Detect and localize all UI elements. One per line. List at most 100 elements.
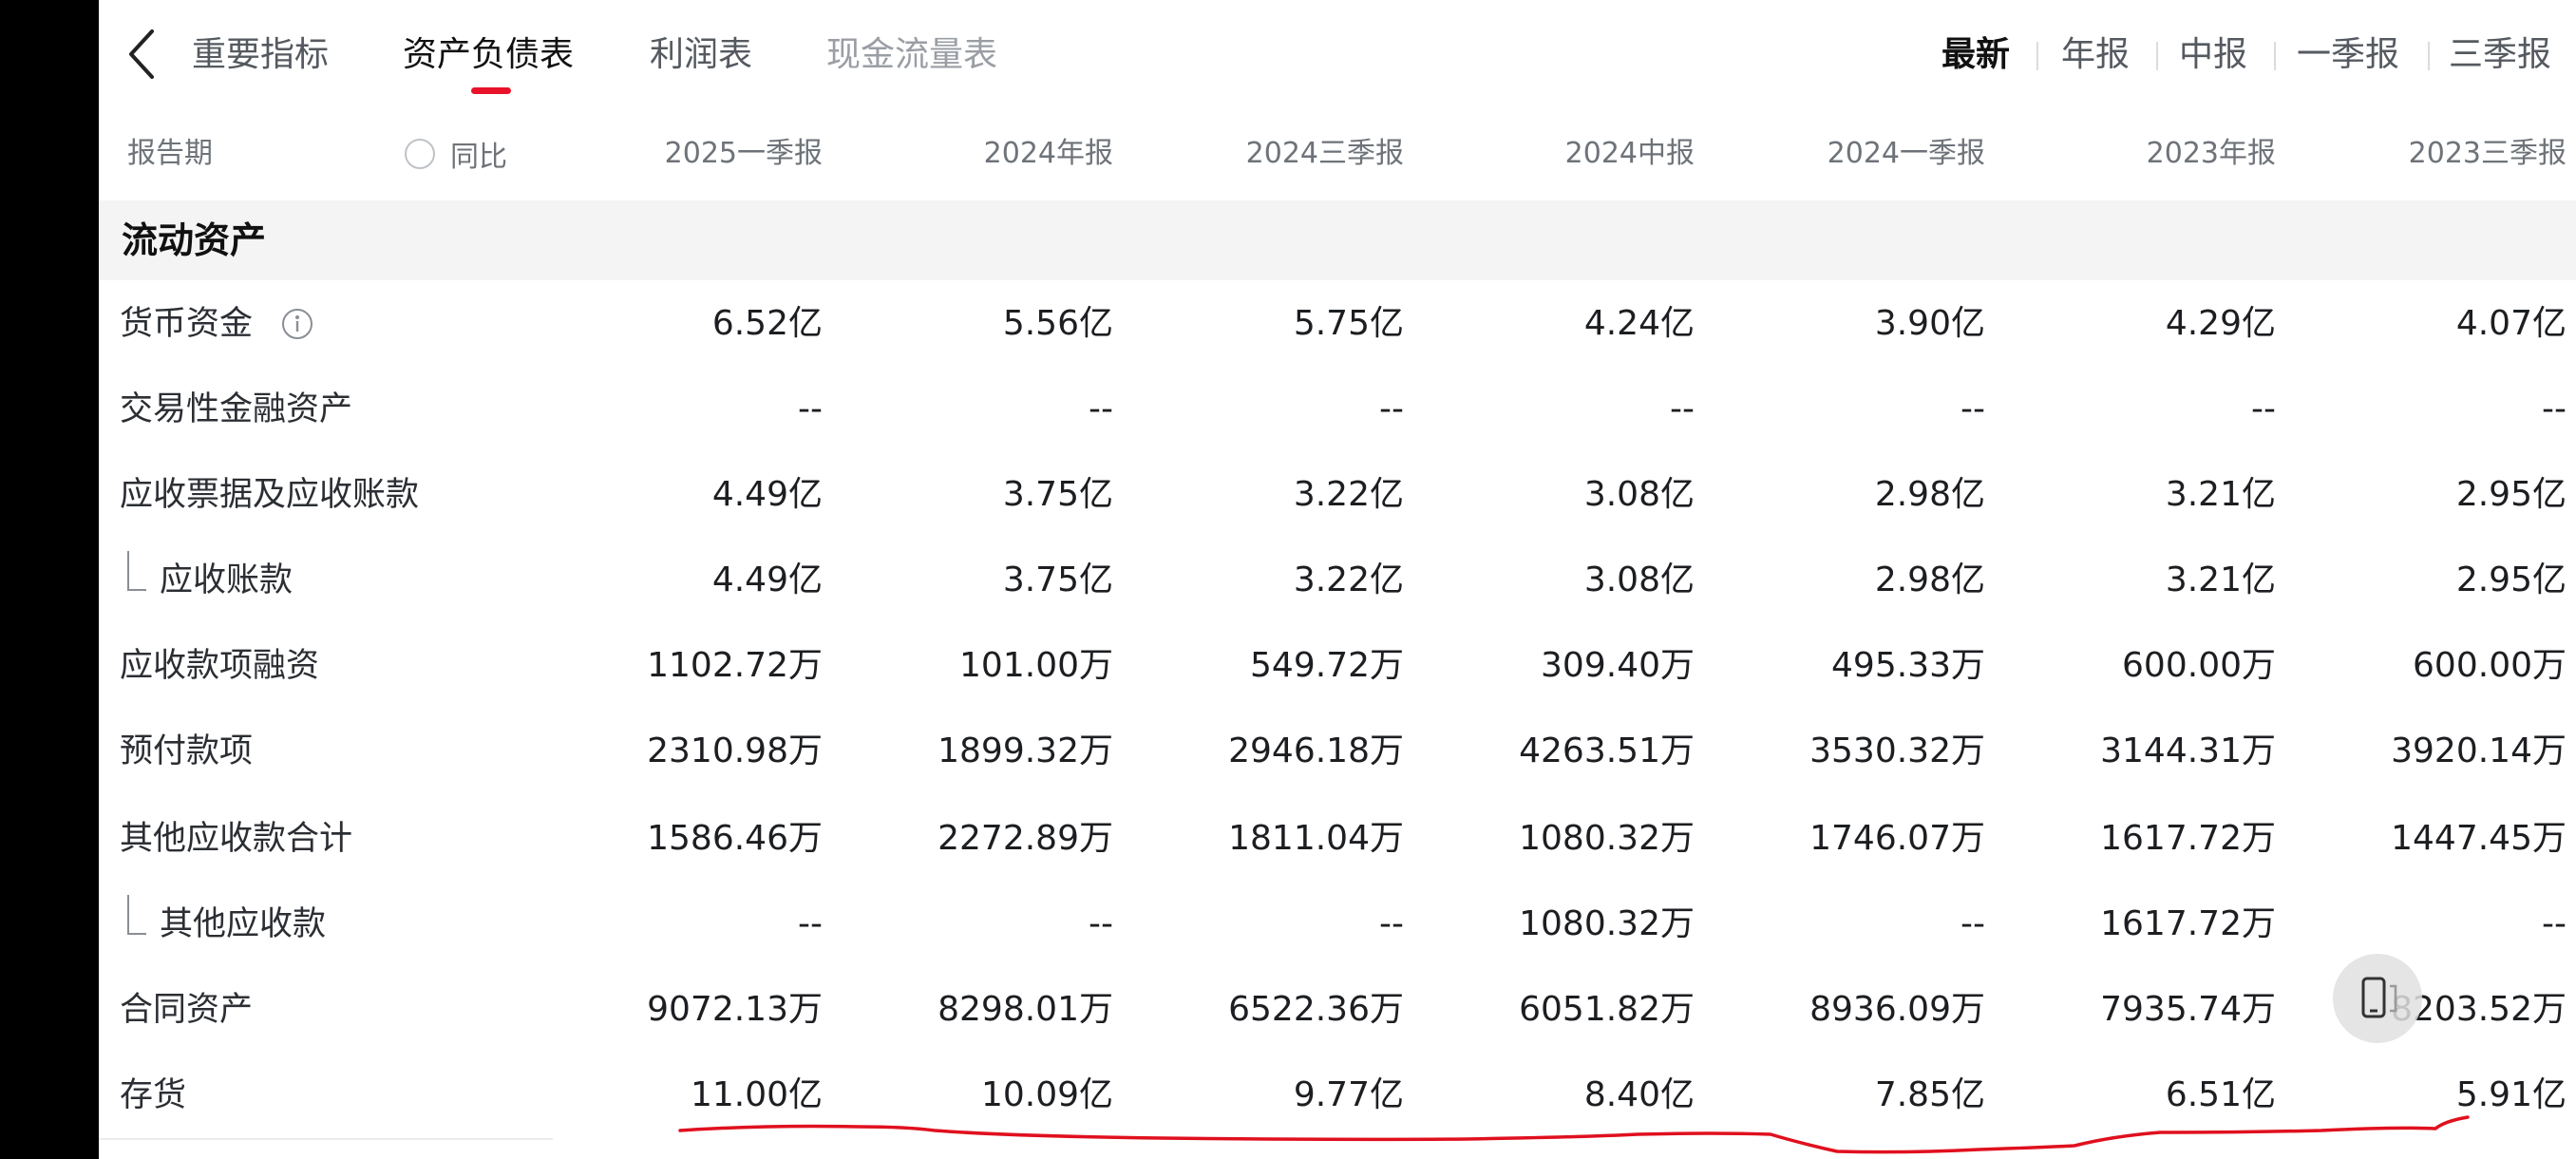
rotate-screen-button[interactable] xyxy=(2333,954,2422,1043)
table-cell: 101.00万 xyxy=(959,646,1113,685)
table-row[interactable]: 交易性金融资产 -- -- -- -- -- -- -- xyxy=(99,367,2576,452)
tab-key-indicators[interactable]: 重要指标 xyxy=(192,27,329,84)
table-cell: 1899.32万 xyxy=(938,732,1113,770)
table-row[interactable]: 预付款项 2310.98万 1899.32万 2946.18万 4263.51万… xyxy=(99,709,2576,794)
table-cell: 6.51亿 xyxy=(2165,1075,2276,1114)
table-cell: -- xyxy=(798,390,823,428)
table-cell: 8298.01万 xyxy=(938,990,1113,1029)
table-cell: 2272.89万 xyxy=(938,819,1113,858)
table-cell: 4263.51万 xyxy=(1519,732,1695,770)
row-label: 其他应收款 xyxy=(160,905,327,943)
table-cell: 2946.18万 xyxy=(1228,732,1404,770)
table-row[interactable]: 应收票据及应收账款 4.49亿 3.75亿 3.22亿 3.08亿 2.98亿 … xyxy=(99,452,2576,538)
column-header: 2023三季报 xyxy=(2408,137,2567,170)
table-cell: 3.21亿 xyxy=(2165,560,2276,599)
table-cell: 6522.36万 xyxy=(1228,990,1404,1029)
table-row[interactable]: 合同资产 9072.13万 8298.01万 6522.36万 6051.82万… xyxy=(99,967,2576,1053)
table-cell: 4.24亿 xyxy=(1583,304,1695,343)
table-cell: 495.33万 xyxy=(1831,646,1985,685)
period-filter-q3[interactable]: 三季报 xyxy=(2449,27,2551,84)
period-filter-q1[interactable]: 一季报 xyxy=(2297,27,2399,84)
table-row[interactable]: 应收账款 4.49亿 3.75亿 3.22亿 3.08亿 2.98亿 3.21亿… xyxy=(99,538,2576,623)
table-cell: 7.85亿 xyxy=(1874,1075,1985,1114)
table-cell: 5.91亿 xyxy=(2455,1075,2567,1114)
period-filter-interim[interactable]: 中报 xyxy=(2179,27,2247,84)
table-row[interactable]: 其他应收款合计 1586.46万 2272.89万 1811.04万 1080.… xyxy=(99,796,2576,882)
divider xyxy=(2428,42,2430,70)
table-cell: 3920.14万 xyxy=(2391,732,2567,770)
row-label: 应收款项融资 xyxy=(120,647,320,685)
row-label: 交易性金融资产 xyxy=(120,390,353,428)
table-row[interactable]: 货币资金 6.52亿 5.56亿 5.75亿 4.24亿 3.90亿 4.29亿… xyxy=(99,281,2576,367)
row-label: 预付款项 xyxy=(120,732,254,770)
table-cell: 3.08亿 xyxy=(1583,475,1695,514)
yoy-label: 同比 xyxy=(450,141,507,174)
tab-income-statement[interactable]: 利润表 xyxy=(650,27,752,84)
column-header: 2024一季报 xyxy=(1827,137,1985,170)
info-icon[interactable] xyxy=(281,308,313,340)
column-header: 2025一季报 xyxy=(664,137,823,170)
period-filter-latest[interactable]: 最新 xyxy=(1941,27,2010,84)
divider xyxy=(2036,42,2038,70)
radio-icon[interactable] xyxy=(405,139,435,169)
table-cell: 6.52亿 xyxy=(711,304,823,343)
table-cell: 4.07亿 xyxy=(2455,304,2567,343)
column-header: 2024年报 xyxy=(983,137,1113,170)
table-row[interactable]: 其他应收款 -- -- -- 1080.32万 -- 1617.72万 -- xyxy=(99,882,2576,967)
table-cell: 3.22亿 xyxy=(1293,560,1404,599)
table-cell: 3.22亿 xyxy=(1293,475,1404,514)
table-cell: 2.95亿 xyxy=(2455,475,2567,514)
table-cell: 1080.32万 xyxy=(1519,819,1695,858)
table-cell: 3.75亿 xyxy=(1002,475,1113,514)
tab-balance-sheet[interactable]: 资产负债表 xyxy=(403,27,574,84)
section-header: 流动资产 xyxy=(99,200,2576,280)
table-cell: -- xyxy=(1089,390,1113,428)
table-cell: 1617.72万 xyxy=(2100,819,2276,858)
row-divider xyxy=(99,1138,553,1140)
table-cell: 7935.74万 xyxy=(2100,990,2276,1029)
section-title: 流动资产 xyxy=(122,219,267,261)
divider xyxy=(2274,42,2276,70)
table-cell: 5.75亿 xyxy=(1293,304,1404,343)
table-cell: 549.72万 xyxy=(1250,646,1404,685)
sub-item-branch-icon xyxy=(127,551,146,591)
table-cell: 1102.72万 xyxy=(647,646,823,685)
table-cell: 2.98亿 xyxy=(1874,475,1985,514)
table-cell: 3.90亿 xyxy=(1874,304,1985,343)
chevron-left-icon xyxy=(129,29,154,79)
back-button[interactable] xyxy=(118,21,165,87)
table-cell: 8.40亿 xyxy=(1583,1075,1695,1114)
column-header: 2023年报 xyxy=(2146,137,2276,170)
row-label: 其他应收款合计 xyxy=(120,820,353,858)
table-cell: -- xyxy=(2251,390,2276,428)
row-label: 存货 xyxy=(120,1076,187,1114)
table-cell: 4.49亿 xyxy=(711,475,823,514)
table-cell: 2310.98万 xyxy=(647,732,823,770)
table-cell: 4.49亿 xyxy=(711,560,823,599)
table-cell: 3530.32万 xyxy=(1809,732,1985,770)
table-cell: -- xyxy=(1379,390,1404,428)
table-cell: -- xyxy=(1379,904,1404,943)
row-label: 应收票据及应收账款 xyxy=(120,476,420,514)
row-label: 货币资金 xyxy=(120,305,254,343)
table-cell: 5.56亿 xyxy=(1002,304,1113,343)
table-cell: 1447.45万 xyxy=(2391,819,2567,858)
table-cell: 9072.13万 xyxy=(647,990,823,1029)
table-row[interactable]: 存货 11.00亿 10.09亿 9.77亿 8.40亿 7.85亿 6.51亿… xyxy=(99,1053,2576,1138)
table-cell: 1080.32万 xyxy=(1519,904,1695,943)
tab-cash-flow-statement[interactable]: 现金流量表 xyxy=(826,27,997,84)
table-cell: -- xyxy=(1960,390,1985,428)
table-cell: 8203.52万 xyxy=(2391,990,2567,1029)
table-cell: 600.00万 xyxy=(2122,646,2276,685)
table-cell: 11.00亿 xyxy=(690,1075,823,1114)
period-filter-annual[interactable]: 年报 xyxy=(2061,27,2130,84)
table-cell: 9.77亿 xyxy=(1293,1075,1404,1114)
table-cell: 1746.07万 xyxy=(1809,819,1985,858)
table-cell: 3.75亿 xyxy=(1002,560,1113,599)
row-label: 合同资产 xyxy=(120,991,254,1029)
table-row[interactable]: 应收款项融资 1102.72万 101.00万 549.72万 309.40万 … xyxy=(99,623,2576,709)
period-column-label: 报告期 xyxy=(127,137,213,170)
table-cell: -- xyxy=(798,904,823,943)
table-cell: 1617.72万 xyxy=(2100,904,2276,943)
yoy-toggle[interactable]: 同比 xyxy=(405,120,507,188)
